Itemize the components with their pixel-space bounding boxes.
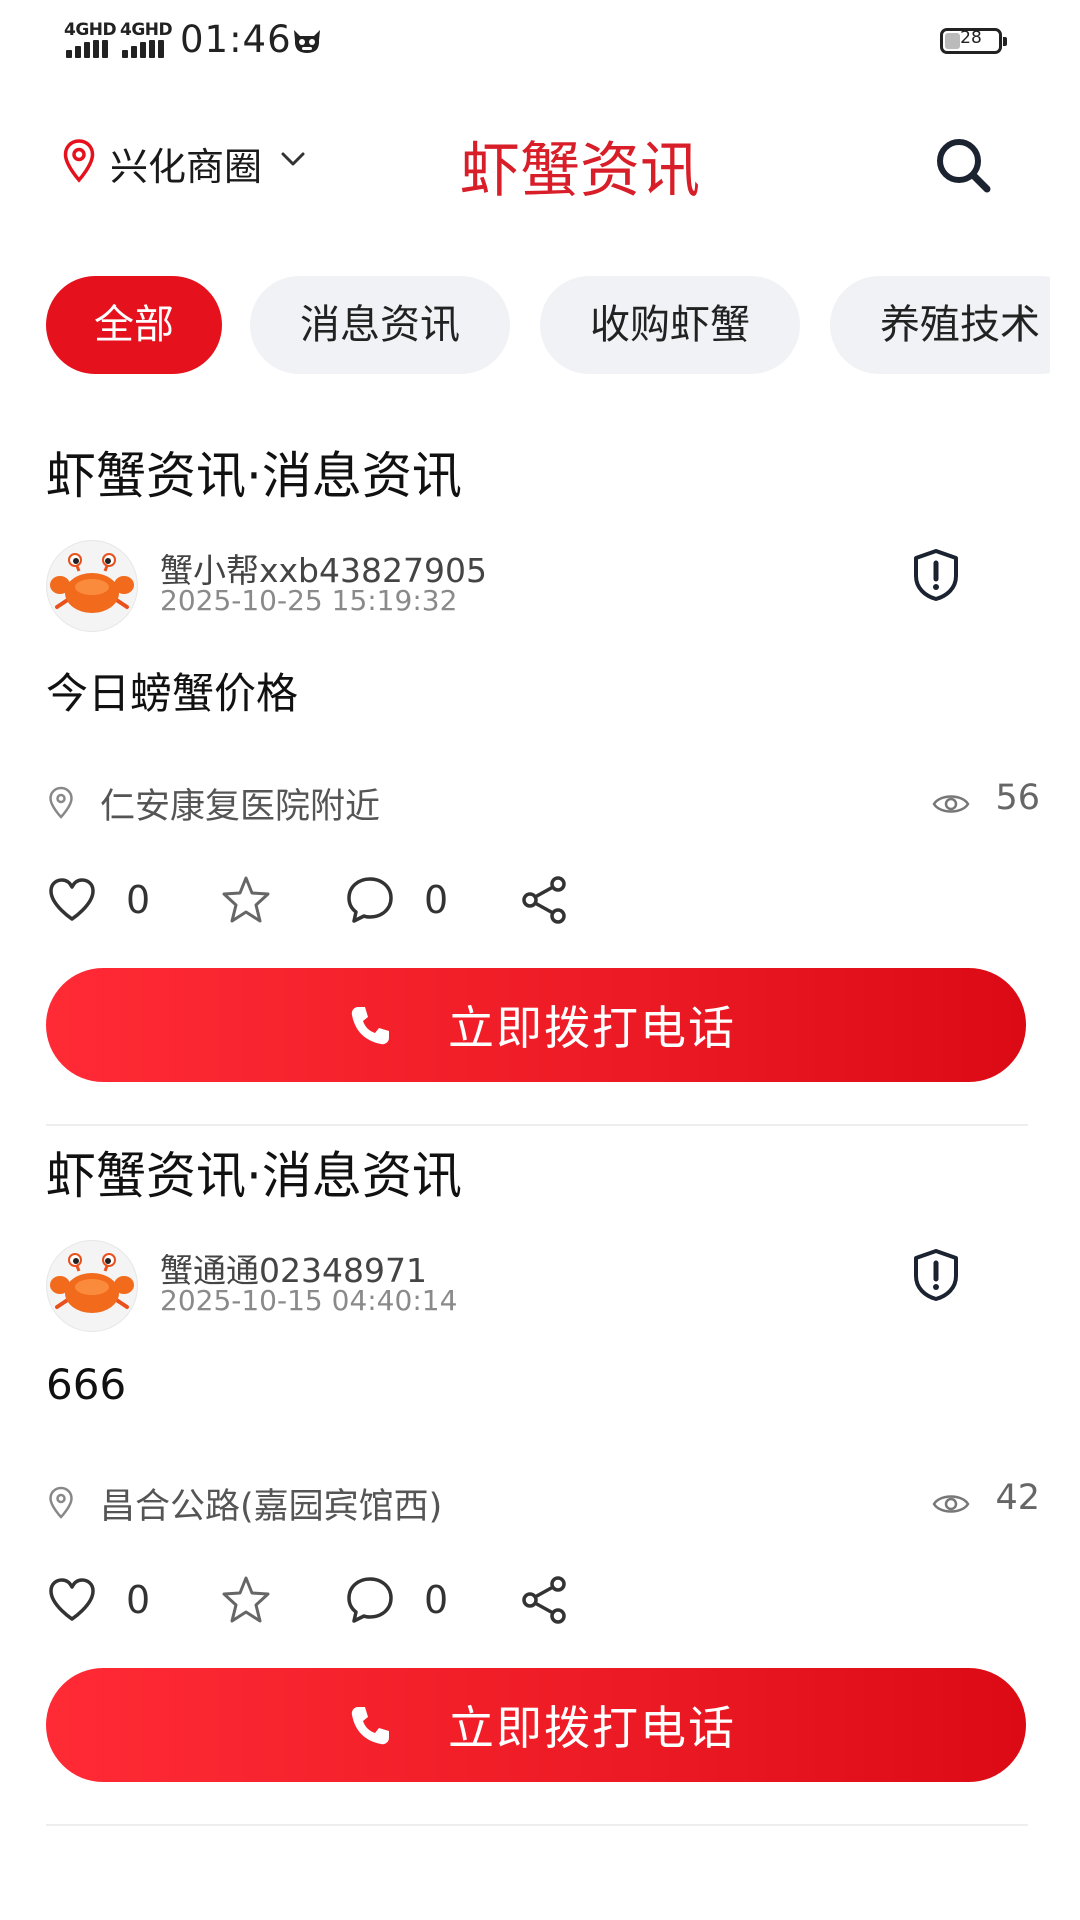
avatar[interactable] xyxy=(46,1240,138,1332)
view-count: 56 xyxy=(995,778,1040,818)
screen: 4GHD 4GHD 01:46 28 兴化商圈 虾蟹资讯 全部 消息资讯 收购虾… xyxy=(0,0,1080,1920)
post-location: 仁安康复医院附近 xyxy=(100,787,381,827)
signal-sim2-icon: 4GHD xyxy=(118,20,174,60)
comment-icon[interactable] xyxy=(344,874,396,926)
sim1-label: 4GHD xyxy=(64,20,117,40)
search-icon[interactable] xyxy=(932,134,994,196)
category-tabs: 全部 消息资讯 收购虾蟹 养殖技术 xyxy=(0,276,1050,376)
status-bar: 4GHD 4GHD 01:46 28 xyxy=(0,0,1080,86)
page-title: 虾蟹资讯 xyxy=(460,136,700,206)
chevron-down-icon[interactable] xyxy=(280,150,306,168)
phone-icon xyxy=(351,1707,389,1745)
comment-count: 0 xyxy=(424,1578,449,1622)
tab-news[interactable]: 消息资讯 xyxy=(250,276,510,374)
star-icon[interactable] xyxy=(220,1574,272,1626)
location-selector[interactable]: 兴化商圈 xyxy=(110,136,262,191)
crab-avatar-icon xyxy=(50,1253,134,1313)
call-button-label: 立即拨打电话 xyxy=(448,1001,736,1055)
post-time: 2025-10-15 04:40:14 xyxy=(160,1284,458,1317)
star-icon[interactable] xyxy=(220,874,272,926)
call-now-button[interactable]: 立即拨打电话 xyxy=(46,968,1026,1082)
post-location: 昌合公路(嘉园宾馆西) xyxy=(100,1487,443,1527)
post-category: 虾蟹资讯·消息资讯 xyxy=(46,447,462,505)
eye-icon xyxy=(932,795,970,813)
share-icon[interactable] xyxy=(518,874,570,926)
crab-avatar-icon xyxy=(50,553,134,613)
post-content: 今日螃蟹价格 xyxy=(46,669,299,718)
battery-level: 28 xyxy=(960,28,982,48)
sim2-label: 4GHD xyxy=(120,20,173,40)
share-icon[interactable] xyxy=(518,1574,570,1626)
phone-icon xyxy=(351,1007,389,1045)
call-now-button[interactable]: 立即拨打电话 xyxy=(46,1668,1026,1782)
tab-all[interactable]: 全部 xyxy=(46,276,222,374)
battery-icon: 28 xyxy=(940,28,1007,54)
post-time: 2025-10-25 15:19:32 xyxy=(160,584,458,617)
eye-icon xyxy=(932,1495,970,1513)
view-count: 42 xyxy=(995,1478,1040,1518)
location-pin-icon[interactable] xyxy=(62,138,96,184)
signal-sim1-icon: 4GHD xyxy=(62,20,118,60)
like-count: 0 xyxy=(126,1578,151,1622)
post-category: 虾蟹资讯·消息资讯 xyxy=(46,1147,462,1205)
comment-icon[interactable] xyxy=(344,1574,396,1626)
divider xyxy=(46,1824,1028,1826)
comment-count: 0 xyxy=(424,878,449,922)
clock: 01:46 xyxy=(180,18,292,61)
report-shield-icon[interactable] xyxy=(912,1248,960,1302)
heart-icon[interactable] xyxy=(46,874,98,926)
post-card[interactable]: 虾蟹资讯·消息资讯 蟹通通02348971 2025-10-15 04:40:1… xyxy=(0,1136,1080,1826)
tab-farming-tech[interactable]: 养殖技术 xyxy=(830,276,1050,374)
tab-purchase[interactable]: 收购虾蟹 xyxy=(540,276,800,374)
mascot-notification-icon xyxy=(294,30,320,53)
call-button-label: 立即拨打电话 xyxy=(448,1701,736,1755)
place-pin-icon xyxy=(49,1486,73,1519)
heart-icon[interactable] xyxy=(46,1574,98,1626)
like-count: 0 xyxy=(126,878,151,922)
post-content: 666 xyxy=(46,1360,127,1409)
report-shield-icon[interactable] xyxy=(912,548,960,602)
divider xyxy=(46,1124,1028,1126)
avatar[interactable] xyxy=(46,540,138,632)
header: 兴化商圈 虾蟹资讯 xyxy=(0,110,1080,220)
post-card[interactable]: 虾蟹资讯·消息资讯 蟹小帮xxb43827905 2025-10-25 15:1… xyxy=(0,436,1080,1126)
place-pin-icon xyxy=(49,786,73,819)
